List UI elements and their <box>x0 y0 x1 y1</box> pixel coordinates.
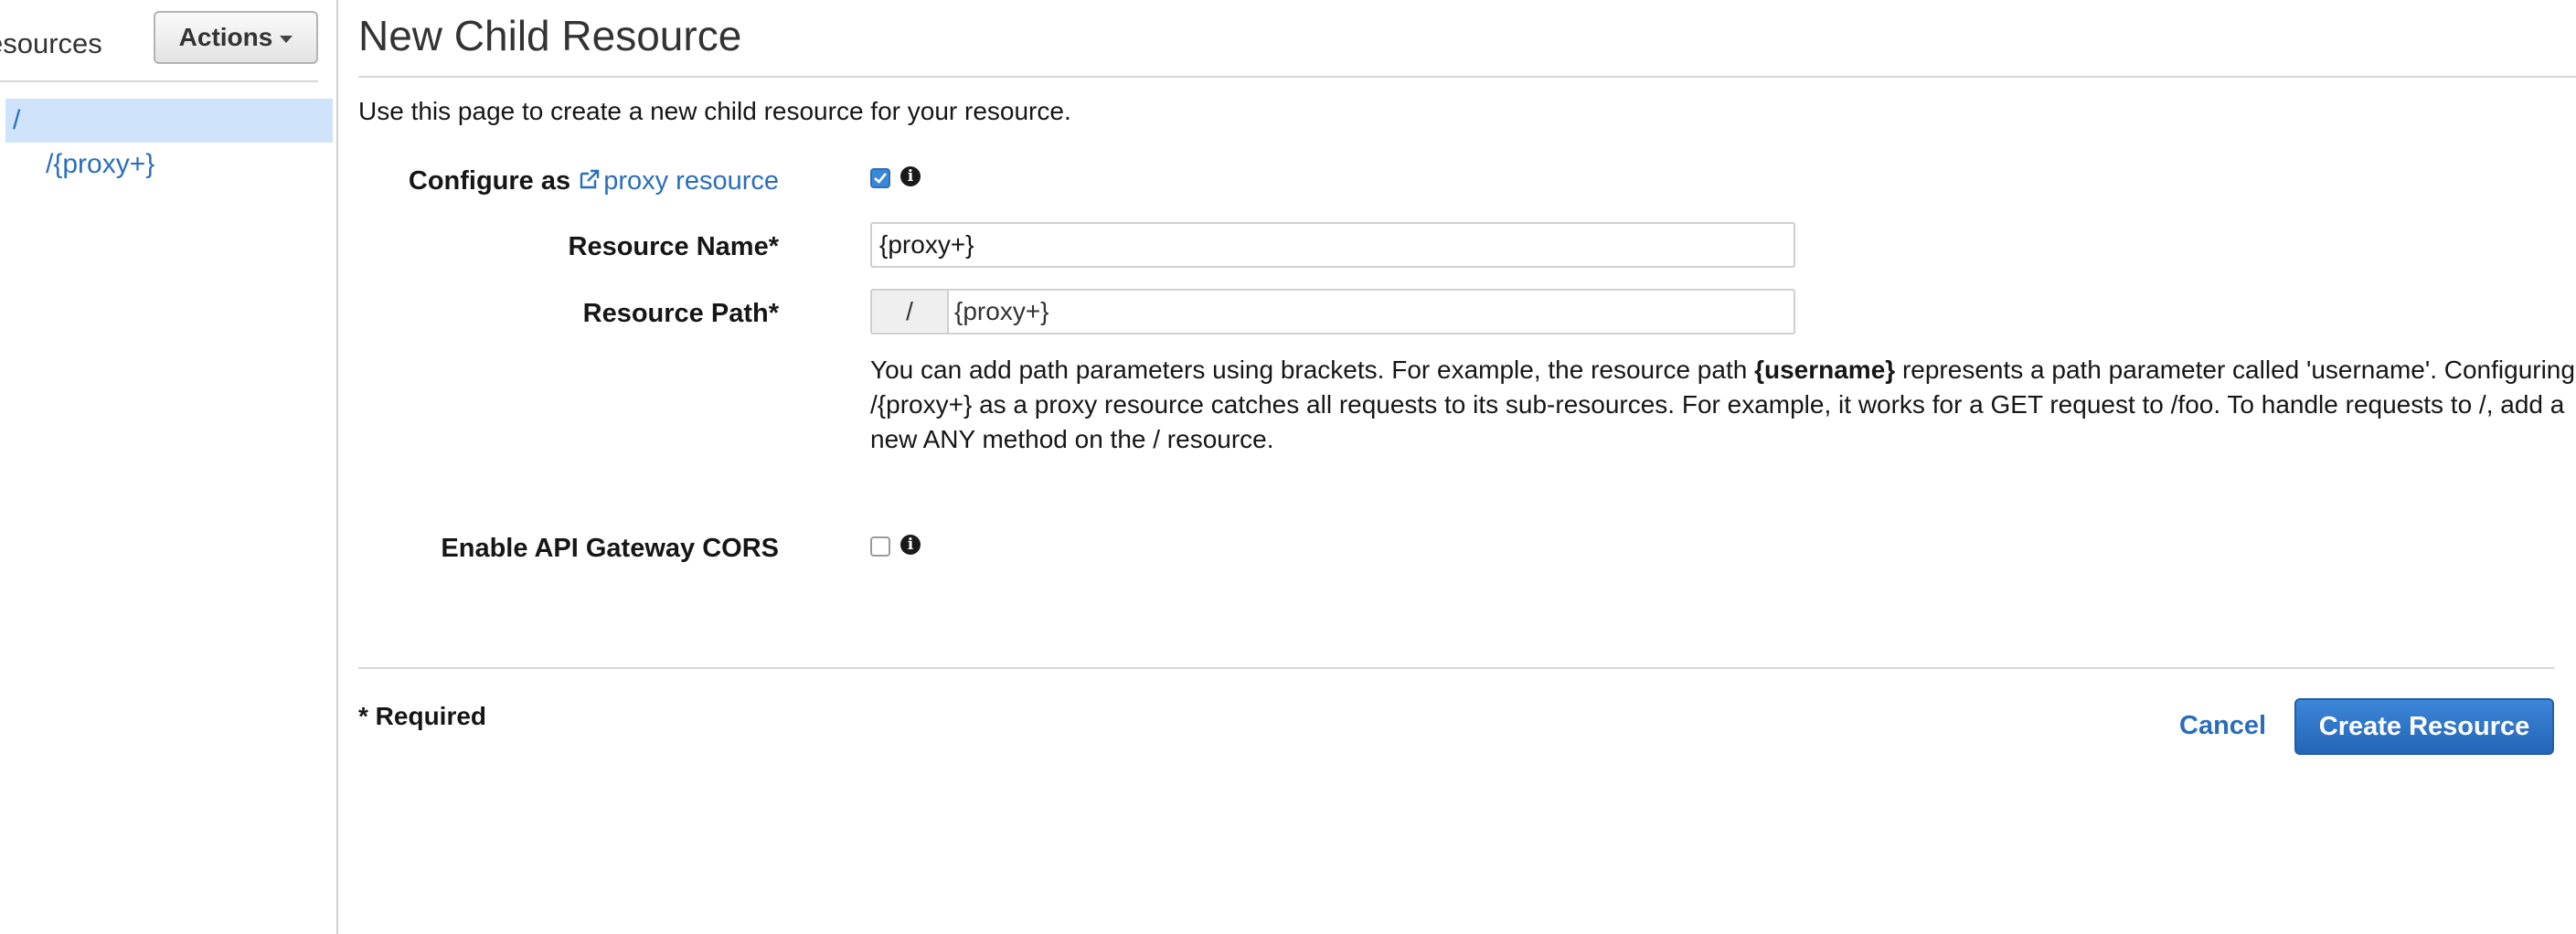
help-text-bold: {username} <box>1754 356 1896 384</box>
tree-item-proxy[interactable]: /{proxy+} <box>46 146 154 183</box>
actions-label: Actions <box>178 23 273 51</box>
page-title: New Child Resource <box>358 12 742 59</box>
footer-divider <box>358 667 2554 669</box>
help-text-1: You can add path parameters using bracke… <box>870 356 1755 384</box>
enable-cors-label: Enable API Gateway CORS <box>441 534 779 563</box>
proxy-resource-link-text: proxy resource <box>603 166 779 196</box>
caret-down-icon <box>280 36 293 43</box>
proxy-resource-checkbox[interactable] <box>870 168 890 188</box>
resource-path-label: Resource Path* <box>582 299 779 328</box>
intro-text: Use this page to create a new child reso… <box>358 97 1071 125</box>
tree-item-root[interactable]: / <box>5 99 333 143</box>
resource-name-label: Resource Name* <box>568 232 780 261</box>
resource-path-prefix: / <box>872 291 949 333</box>
title-divider <box>358 76 2576 78</box>
actions-dropdown-button[interactable]: Actions <box>154 11 318 64</box>
resource-path-value: {proxy+} <box>954 297 1049 325</box>
resource-name-input[interactable]: {proxy+} <box>870 222 1795 268</box>
resource-path-input[interactable]: / {proxy+} <box>870 289 1795 334</box>
sidebar-divider <box>0 80 318 82</box>
proxy-resource-link[interactable]: proxy resource <box>578 166 779 196</box>
info-icon[interactable]: i <box>900 535 921 555</box>
configure-as-label: Configure as proxy resource <box>409 166 779 196</box>
cancel-button[interactable]: Cancel <box>2179 711 2266 741</box>
required-note: * Required <box>358 702 487 730</box>
external-link-icon <box>580 169 600 189</box>
configure-as-text: Configure as <box>408 166 571 196</box>
sidebar-title: esources <box>0 27 102 59</box>
checkmark-icon <box>874 173 887 184</box>
main-panel: New Child Resource Use this page to crea… <box>358 0 2576 934</box>
create-resource-button[interactable]: Create Resource <box>2294 698 2554 755</box>
resource-path-help: You can add path parameters using bracke… <box>870 353 2576 457</box>
info-icon[interactable]: i <box>900 166 921 186</box>
resources-sidebar: esources Actions / /{proxy+} <box>0 0 338 934</box>
enable-cors-checkbox[interactable] <box>870 536 890 557</box>
